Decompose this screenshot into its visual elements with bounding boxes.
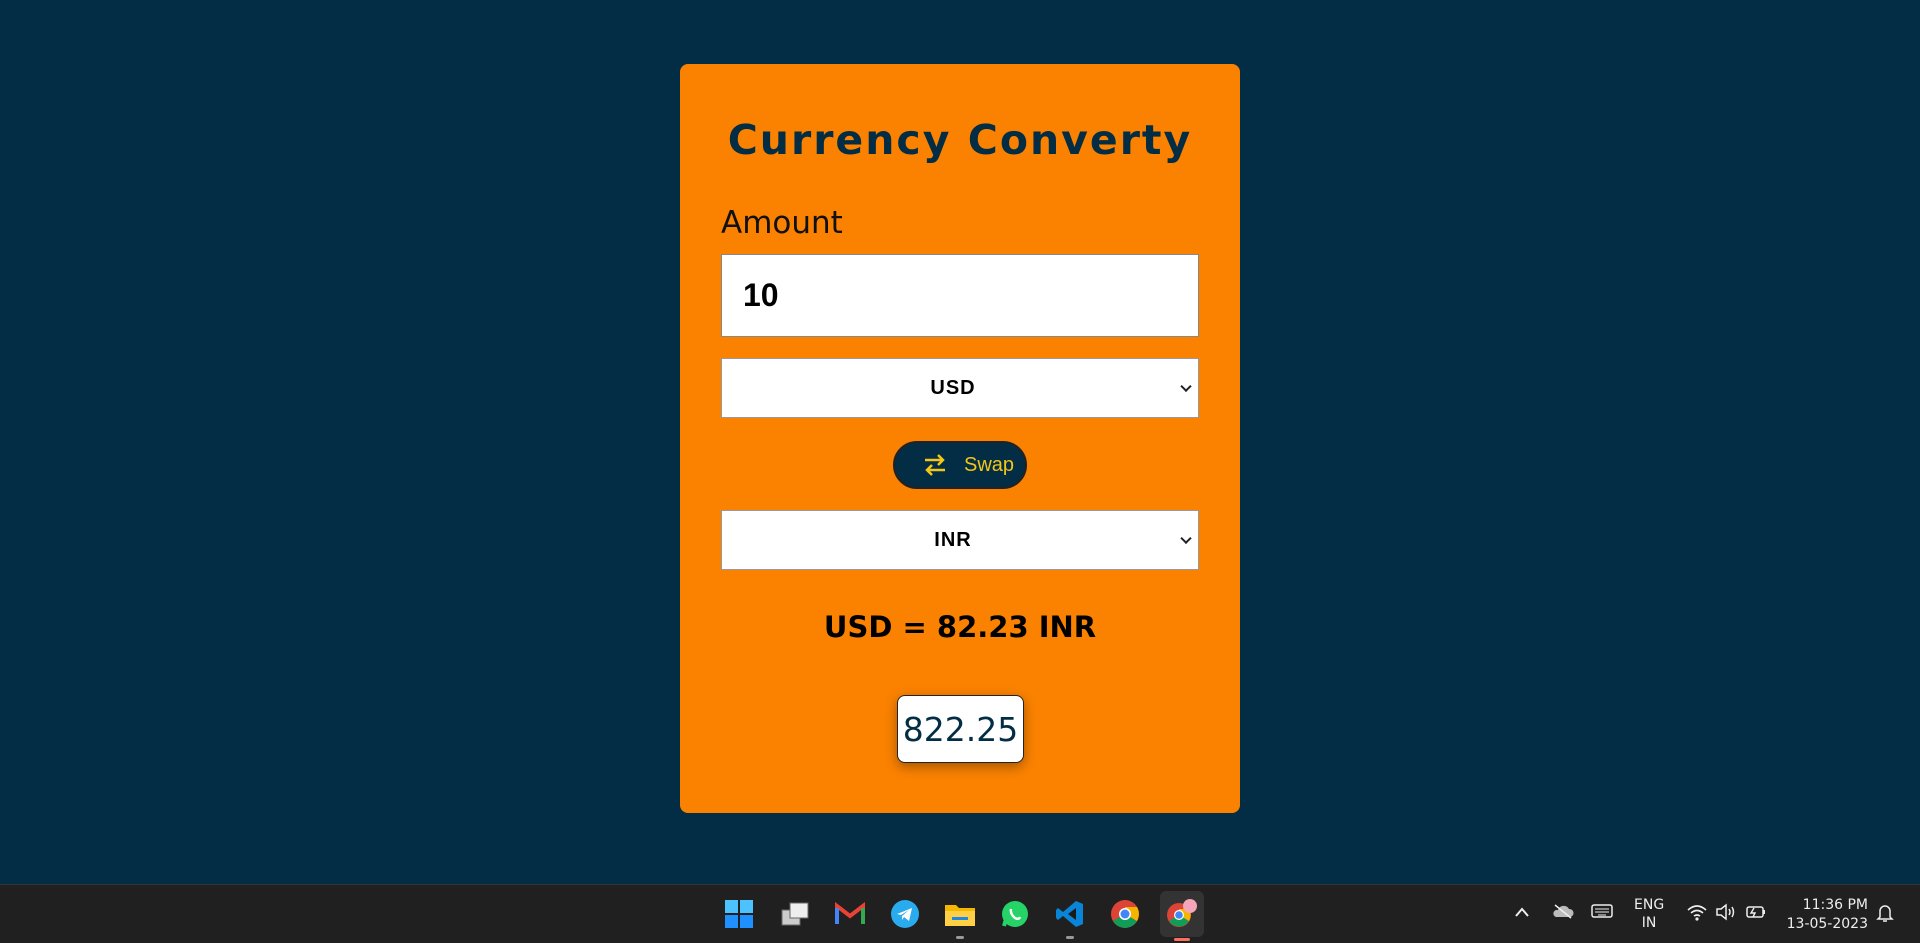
from-currency-select[interactable]: USD <box>721 358 1199 418</box>
windows-start-icon[interactable] <box>722 897 756 931</box>
swap-arrows-icon <box>925 454 945 476</box>
converter-card: Currency Converty Amount USD Swap INR US… <box>680 64 1240 813</box>
page-title: Currency Converty <box>727 116 1193 164</box>
taskbar: ENG IN 11:36 PM 13-05-2023 <box>0 884 1920 943</box>
onedrive-offline-icon[interactable] <box>1552 903 1574 923</box>
file-explorer-icon[interactable] <box>943 897 977 939</box>
battery-icon[interactable] <box>1745 903 1767 925</box>
chevron-up-icon[interactable] <box>1514 903 1530 922</box>
keyboard-icon[interactable] <box>1591 903 1613 923</box>
volume-icon[interactable] <box>1715 903 1737 925</box>
gmail-icon[interactable] <box>833 897 867 931</box>
amount-label: Amount <box>721 205 843 241</box>
clock[interactable]: 11:36 PM 13-05-2023 <box>1784 896 1868 943</box>
to-currency-value: INR <box>934 528 972 551</box>
chrome-icon[interactable] <box>1108 897 1142 931</box>
swap-button[interactable]: Swap <box>893 441 1027 489</box>
clock-date: 13-05-2023 <box>1786 916 1868 932</box>
language-indicator[interactable]: ENG IN <box>1634 896 1664 943</box>
from-currency-value: USD <box>930 376 976 399</box>
amount-input[interactable] <box>721 254 1199 337</box>
swap-label: Swap <box>964 453 1015 476</box>
wifi-icon[interactable] <box>1686 903 1708 925</box>
result-display: 822.25 <box>897 695 1024 763</box>
vscode-icon[interactable] <box>1053 897 1087 939</box>
task-view-icon[interactable] <box>778 897 812 931</box>
notification-bell-icon[interactable] <box>1876 903 1894 927</box>
exchange-rate-text: USD = 82.23 INR <box>823 610 1097 644</box>
whatsapp-icon[interactable] <box>998 897 1032 931</box>
telegram-icon[interactable] <box>888 897 922 931</box>
clock-time: 11:36 PM <box>1802 897 1868 913</box>
to-currency-select[interactable]: INR <box>721 510 1199 570</box>
chrome-profile-icon[interactable] <box>1160 891 1204 941</box>
